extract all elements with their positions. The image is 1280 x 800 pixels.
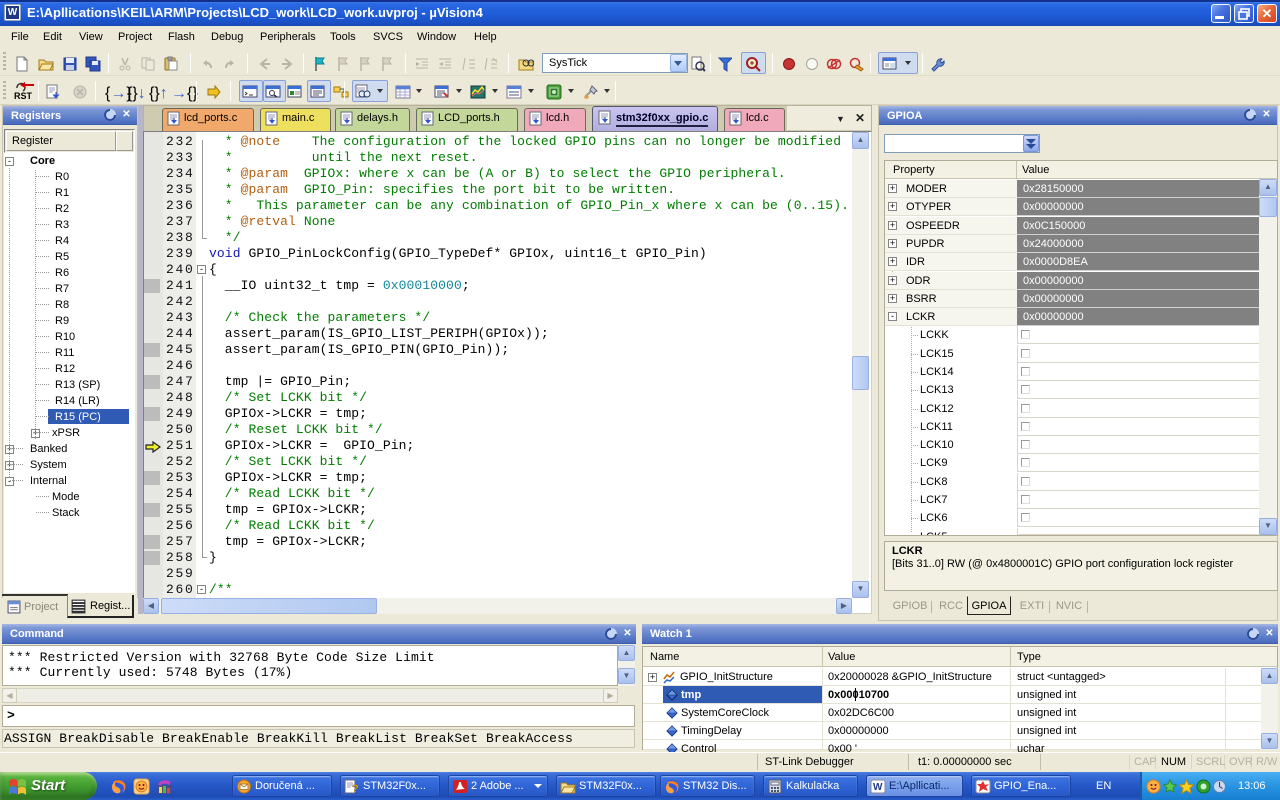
svg-text:W: W	[873, 782, 883, 793]
svg-text:?: ?	[352, 783, 359, 794]
